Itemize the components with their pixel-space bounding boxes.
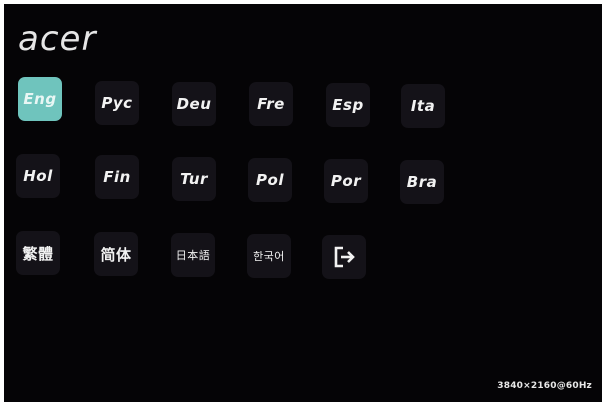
language-option-pol[interactable]: Pol (248, 158, 292, 202)
language-option-hol[interactable]: Hol (16, 154, 60, 198)
language-option-japanese[interactable]: 日本語 (171, 233, 215, 277)
language-option-por[interactable]: Por (324, 159, 368, 203)
language-option-ita[interactable]: Ita (401, 84, 445, 128)
language-option-rus[interactable]: Рус (95, 81, 139, 125)
exit-button[interactable] (322, 235, 366, 279)
language-option-deu[interactable]: Deu (172, 82, 216, 126)
language-option-simplified-chinese[interactable]: 简体 (94, 232, 138, 276)
language-option-traditional-chinese[interactable]: 繁體 (16, 231, 60, 275)
language-option-eng[interactable]: Eng (18, 77, 62, 121)
acer-logo: acer (18, 19, 97, 59)
resolution-readout: 3840×2160@60Hz (497, 381, 592, 391)
language-option-bra[interactable]: Bra (400, 160, 444, 204)
language-option-fre[interactable]: Fre (249, 82, 293, 126)
language-option-korean[interactable]: 한국어 (247, 234, 291, 278)
monitor-osd-screen: acer Eng Рус Deu Fre Esp Ita Hol Fin Tur… (4, 4, 602, 402)
language-option-tur[interactable]: Tur (172, 157, 216, 201)
exit-icon (334, 246, 355, 268)
language-option-fin[interactable]: Fin (95, 155, 139, 199)
language-option-esp[interactable]: Esp (326, 83, 370, 127)
